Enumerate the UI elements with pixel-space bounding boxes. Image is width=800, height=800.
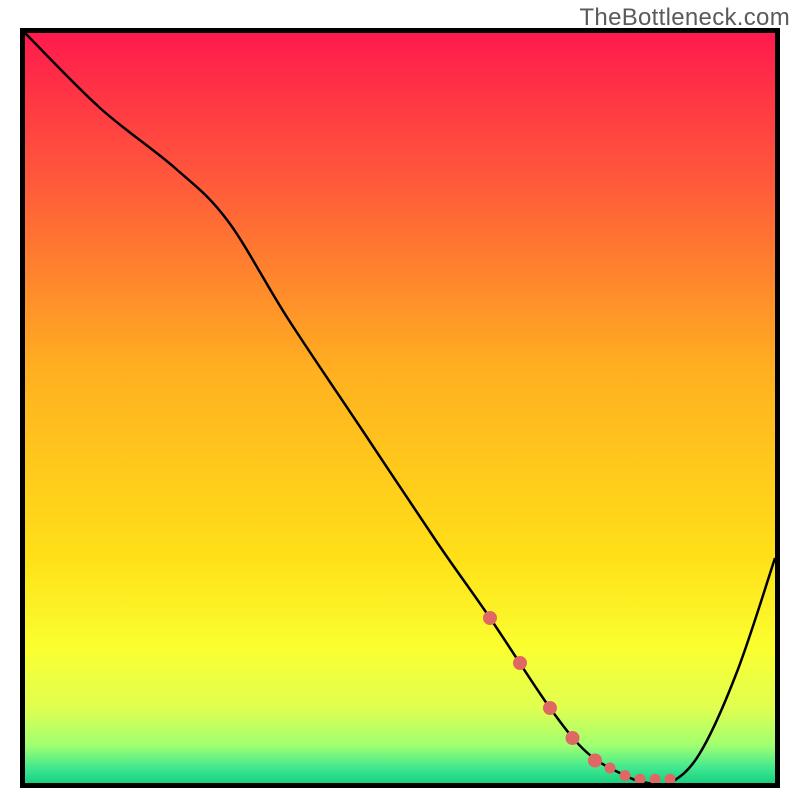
bottleneck-curve bbox=[25, 33, 775, 783]
highlight-dot bbox=[620, 770, 631, 781]
highlight-dot bbox=[665, 774, 676, 783]
page-root: TheBottleneck.com bbox=[0, 0, 800, 800]
chart-curve-layer bbox=[25, 33, 775, 783]
highlight-dot bbox=[566, 731, 580, 745]
highlight-dot bbox=[605, 763, 616, 774]
highlight-dot bbox=[483, 611, 497, 625]
highlight-dot bbox=[635, 774, 646, 783]
highlight-dot bbox=[543, 701, 557, 715]
highlight-dot bbox=[588, 754, 602, 768]
highlight-dots-group bbox=[483, 611, 676, 783]
chart-frame bbox=[20, 28, 780, 788]
highlight-dot bbox=[513, 656, 527, 670]
highlight-dot bbox=[650, 774, 661, 783]
